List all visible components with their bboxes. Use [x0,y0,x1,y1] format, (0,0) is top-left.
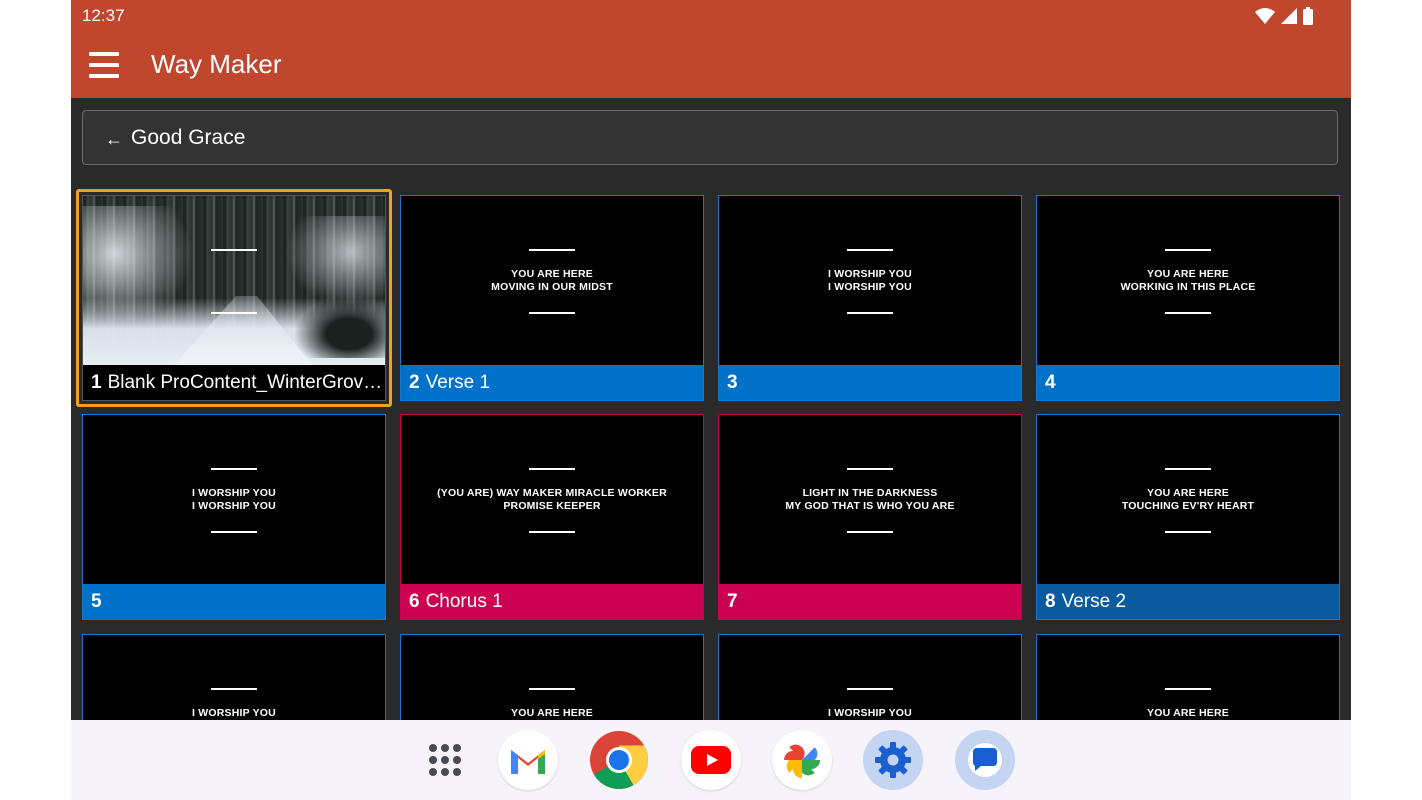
slide-rule-bottom [211,312,257,314]
slide-label: 7 [719,584,1021,619]
slide-7[interactable]: LIGHT IN THE DARKNESS MY GOD THAT IS WHO… [718,414,1022,620]
breadcrumb-label: Good Grace [131,125,246,149]
slide-lyrics: I WORSHIP YOU I WORSHIP YOU [828,268,912,293]
slide-number: 3 [727,372,738,393]
winter-grove-background-image [83,196,385,366]
slide-label: 6 Chorus 1 [401,584,703,619]
slide-lyrics: LIGHT IN THE DARKNESS MY GOD THAT IS WHO… [785,487,955,512]
slide-lyrics: YOU ARE HERE [1147,707,1229,719]
slide-lyrics: YOU ARE HERE MOVING IN OUR MIDST [491,268,613,293]
slide-label: 8 Verse 2 [1037,584,1339,619]
slide-preview: YOU ARE HERE MOVING IN OUR MIDST [401,196,703,366]
status-icons [1255,7,1313,25]
slide-label: 2 Verse 1 [401,365,703,400]
slide-lyrics: I WORSHIP YOU [192,707,276,719]
app-drawer-icon[interactable] [415,730,475,790]
slide-1[interactable]: 1 Blank ProContent_WinterGrove… [76,189,392,407]
slide-number: 7 [727,591,738,612]
slide-number: 6 [409,591,420,612]
chrome-icon[interactable] [589,730,649,790]
device-screen: 12:37 Way Maker ← Good Grace 1 Blank Pro… [71,0,1351,800]
slide-preview: YOU ARE HERE WORKING IN THIS PLACE [1037,196,1339,366]
slide-label: 1 Blank ProContent_WinterGrove… [83,365,385,400]
slide-preview: YOU ARE HERE TOUCHING EV'RY HEART [1037,415,1339,585]
gmail-icon[interactable] [498,730,558,790]
slide-label: 3 [719,365,1021,400]
messages-icon[interactable] [955,730,1015,790]
battery-icon [1303,7,1313,25]
slide-preview [83,196,385,366]
app-dock [71,720,1351,800]
app-title: Way Maker [151,49,282,79]
slide-lyrics: (YOU ARE) WAY MAKER MIRACLE WORKER PROMI… [437,487,667,512]
slide-6[interactable]: (YOU ARE) WAY MAKER MIRACLE WORKER PROMI… [400,414,704,620]
status-time: 12:37 [82,6,125,25]
slide-preview: I WORSHIP YOU I WORSHIP YOU [719,196,1021,366]
slide-lyrics: I WORSHIP YOU [828,707,912,719]
settings-icon[interactable] [863,730,923,790]
hamburger-menu-icon[interactable] [89,52,119,78]
slide-rule-top [211,249,257,251]
slide-preview: (YOU ARE) WAY MAKER MIRACLE WORKER PROMI… [401,415,703,585]
back-breadcrumb[interactable]: ← Good Grace [82,110,1338,165]
slide-number: 4 [1045,372,1056,393]
app-bar: 12:37 Way Maker [71,0,1351,98]
slide-5[interactable]: I WORSHIP YOU I WORSHIP YOU 5 [82,414,386,620]
cell-signal-icon [1281,8,1297,24]
wifi-icon [1255,8,1275,24]
slide-preview: LIGHT IN THE DARKNESS MY GOD THAT IS WHO… [719,415,1021,585]
slide-lyrics: YOU ARE HERE WORKING IN THIS PLACE [1120,268,1256,293]
slide-number: 1 [91,372,102,393]
slide-2[interactable]: YOU ARE HERE MOVING IN OUR MIDST 2 Verse … [400,195,704,401]
slide-number: 5 [91,591,102,612]
slide-3[interactable]: I WORSHIP YOU I WORSHIP YOU 3 [718,195,1022,401]
slide-lyrics: YOU ARE HERE [511,707,593,719]
youtube-icon[interactable] [681,730,741,790]
slide-4[interactable]: YOU ARE HERE WORKING IN THIS PLACE 4 [1036,195,1340,401]
slide-8[interactable]: YOU ARE HERE TOUCHING EV'RY HEART 8 Verse… [1036,414,1340,620]
slide-number: 2 [409,372,420,393]
slide-number: 8 [1045,591,1056,612]
slide-preview: I WORSHIP YOU I WORSHIP YOU [83,415,385,585]
slide-label: 4 [1037,365,1339,400]
slide-label: 5 [83,584,385,619]
photos-icon[interactable] [772,730,832,790]
slide-lyrics: I WORSHIP YOU I WORSHIP YOU [192,487,276,512]
back-arrow-icon: ← [105,129,123,149]
slide-lyrics: YOU ARE HERE TOUCHING EV'RY HEART [1121,487,1255,512]
